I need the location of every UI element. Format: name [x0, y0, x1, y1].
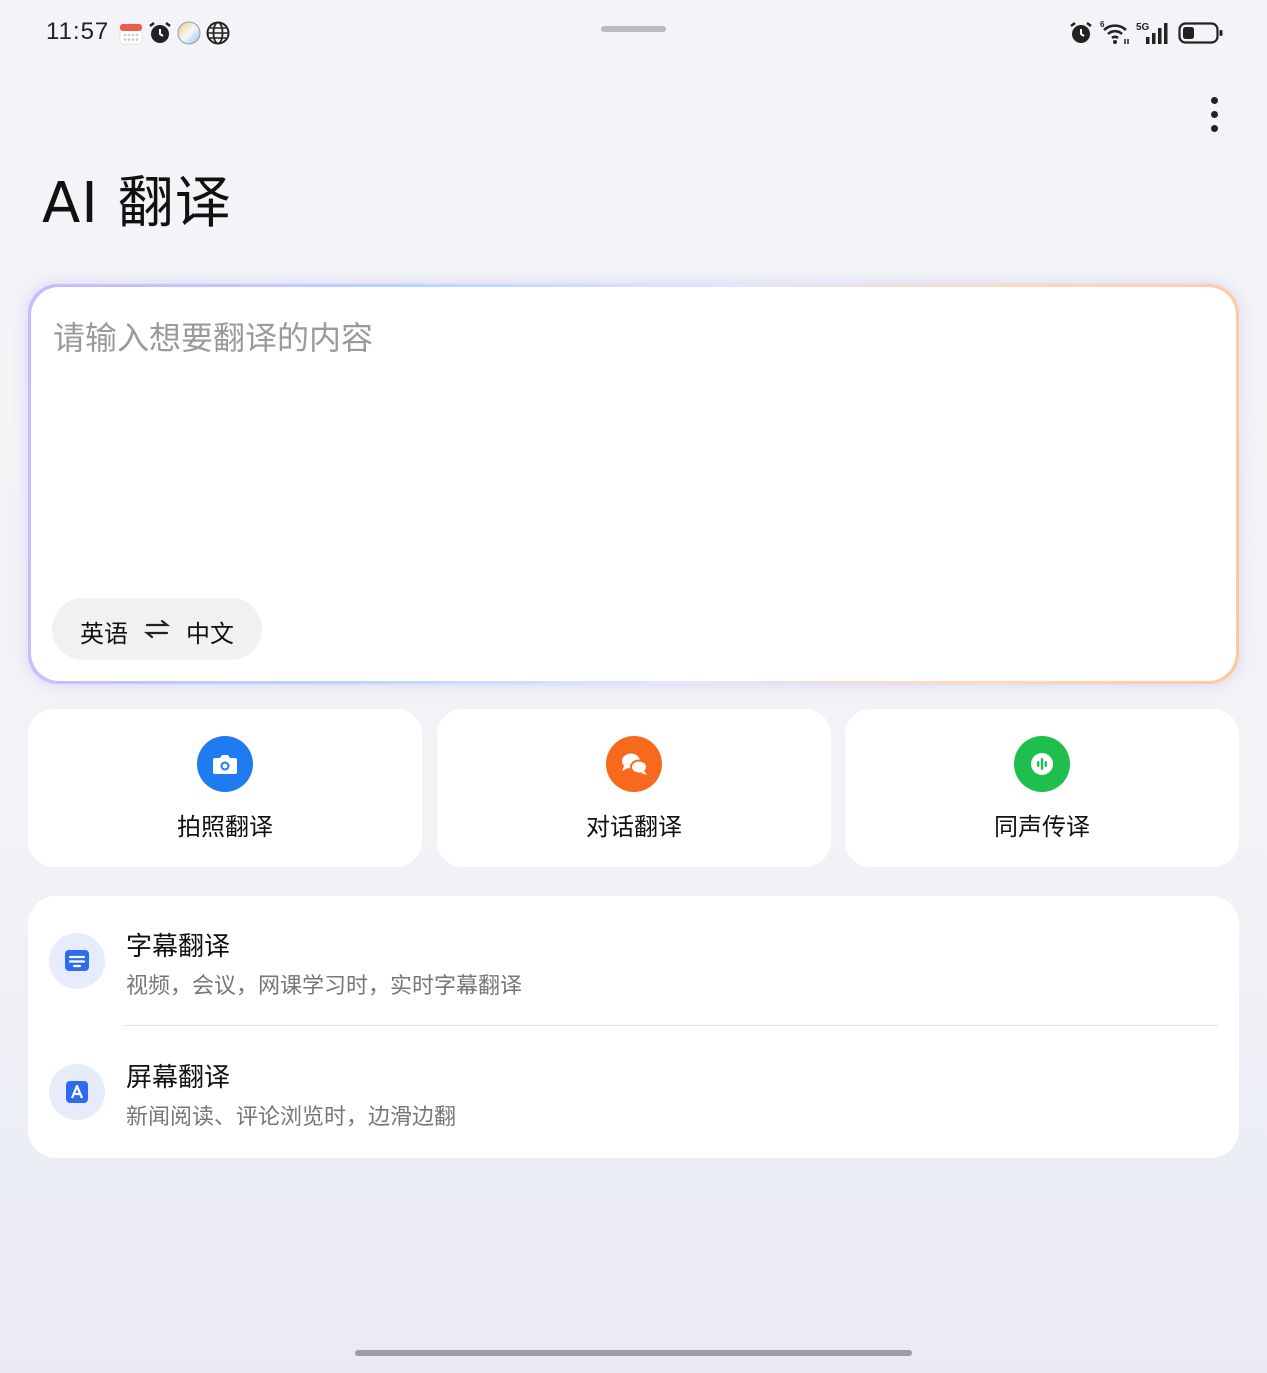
translation-input-area[interactable]: 请输入想要翻译的内容 英语 中文 [31, 287, 1236, 681]
screen-translate-icon [49, 1064, 105, 1120]
svg-text:6: 6 [1100, 20, 1105, 29]
more-vertical-icon-dot [1211, 111, 1218, 118]
chat-bubbles-icon [606, 736, 662, 792]
dialogue-translate-label: 对话翻译 [586, 813, 682, 841]
alarm-icon [1070, 22, 1092, 43]
globe-icon [206, 21, 230, 45]
swap-icon[interactable] [144, 617, 170, 641]
list-item-description: 新闻阅读、评论浏览时，边滑边翻 [126, 1105, 457, 1130]
photo-translate-card[interactable]: 拍照翻译 [28, 709, 422, 867]
status-time: 11:57 [46, 18, 110, 45]
source-language[interactable]: 英语 [80, 614, 128, 649]
wifi-6-icon: 6 [1100, 20, 1129, 44]
dialogue-translate-card[interactable]: 对话翻译 [437, 709, 831, 867]
app-circle-icon [177, 21, 201, 45]
list-item-screen-translate[interactable]: 屏幕翻译 新闻阅读、评论浏览时，边滑边翻 [28, 1026, 1239, 1156]
subtitle-icon [49, 933, 105, 989]
signal-5g-icon: 5G [1136, 22, 1168, 44]
more-vertical-icon [1211, 97, 1218, 104]
audio-wave-icon [1014, 736, 1070, 792]
page-title: AI 翻译 [42, 171, 232, 236]
language-selector[interactable]: 英语 中文 [52, 598, 262, 660]
input-placeholder[interactable]: 请输入想要翻译的内容 [53, 313, 373, 359]
photo-translate-label: 拍照翻译 [177, 813, 273, 841]
top-grabber[interactable] [601, 26, 666, 32]
list-item-title: 屏幕翻译 [126, 1063, 231, 1093]
svg-text:5G: 5G [1136, 22, 1150, 33]
list-item-title: 字幕翻译 [126, 932, 231, 962]
home-indicator[interactable] [355, 1350, 912, 1356]
more-options-button[interactable] [1196, 92, 1232, 138]
list-item-subtitle-translate[interactable]: 字幕翻译 视频，会议，网课学习时，实时字幕翻译 [28, 896, 1239, 1026]
alarm-icon [149, 22, 171, 43]
battery-icon [1178, 22, 1223, 44]
calendar-icon [119, 23, 143, 45]
translation-tools-list: 字幕翻译 视频，会议，网课学习时，实时字幕翻译 屏幕翻译 新闻阅读、评论浏览时，… [28, 896, 1239, 1158]
more-vertical-icon-dot [1211, 125, 1218, 132]
target-language[interactable]: 中文 [186, 614, 234, 649]
camera-icon [197, 736, 253, 792]
simultaneous-interpretation-label: 同声传译 [994, 813, 1090, 841]
status-bar: 11:57 6 5G [0, 0, 1267, 70]
list-item-description: 视频，会议，网课学习时，实时字幕翻译 [126, 974, 523, 999]
simultaneous-interpretation-card[interactable]: 同声传译 [845, 709, 1239, 867]
